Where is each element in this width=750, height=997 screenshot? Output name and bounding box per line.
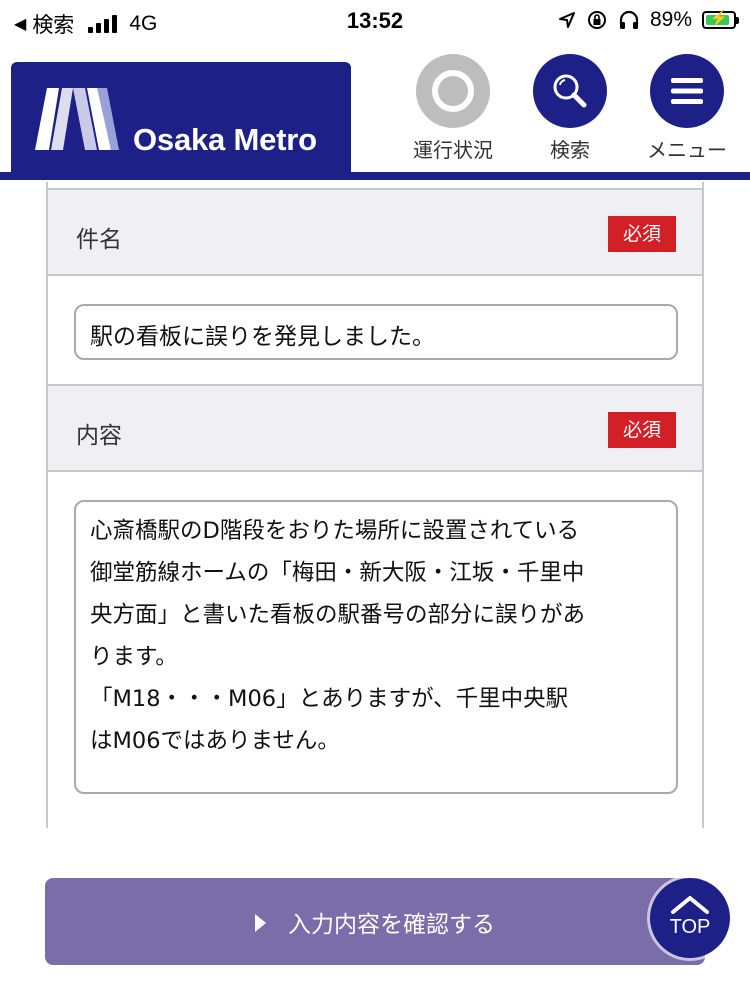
- content-textarea[interactable]: 心斎橋駅のD階段をおりた場所に設置されている 御堂筋線ホームの「梅田・新大阪・江…: [74, 500, 678, 794]
- search-button[interactable]: 検索: [525, 54, 615, 163]
- header-divider: [0, 172, 750, 180]
- headphones-icon: [619, 10, 639, 29]
- content-label: 内容: [76, 423, 122, 449]
- charging-bolt-icon: ⚡: [709, 10, 729, 27]
- chevron-up-icon: [671, 895, 709, 914]
- operation-status-icon: [416, 54, 490, 128]
- content-line: 「M18・・・M06」とありますが、千里中央駅: [90, 686, 569, 712]
- operation-status-label: 運行状況: [413, 138, 493, 162]
- content-line: ります。: [90, 644, 178, 670]
- subject-field-header: 件名 必須: [48, 188, 702, 276]
- search-icon: [533, 54, 607, 128]
- hamburger-menu-icon: [650, 54, 724, 128]
- confirm-input-label: 入力内容を確認する: [288, 911, 495, 938]
- operation-status-button[interactable]: 運行状況: [408, 54, 498, 163]
- menu-button[interactable]: メニュー: [642, 54, 732, 163]
- inquiry-form: 件名 必須 駅の看板に誤りを発見しました。 内容 必須 心斎橋駅のD階段をおりた…: [46, 182, 704, 828]
- subject-input[interactable]: 駅の看板に誤りを発見しました。: [74, 304, 678, 360]
- subject-required-badge: 必須: [608, 216, 676, 252]
- osaka-metro-m-logo-icon: [35, 88, 119, 150]
- site-header: Osaka Metro 運行状況 検索 メニュー: [0, 54, 750, 182]
- content-line: 御堂筋線ホームの「梅田・新大阪・江坂・千里中: [90, 560, 585, 586]
- search-label: 検索: [550, 138, 590, 162]
- rotation-lock-icon: [587, 11, 606, 29]
- battery-percent: 89%: [649, 8, 692, 31]
- back-to-top-button[interactable]: TOP: [650, 878, 730, 958]
- status-right: 89% ⚡: [558, 8, 739, 32]
- menu-label: メニュー: [647, 138, 727, 162]
- back-to-top-label: TOP: [669, 915, 711, 938]
- subject-label: 件名: [76, 227, 122, 253]
- battery-icon: ⚡: [702, 10, 739, 29]
- brand-logo[interactable]: Osaka Metro: [11, 62, 351, 174]
- content-required-badge: 必須: [608, 412, 676, 448]
- content-line: はM06ではありません。: [90, 728, 340, 754]
- status-bar: ◀ 検索 4G 13:52 89% ⚡: [0, 0, 750, 44]
- content-line: 心斎橋駅のD階段をおりた場所に設置されている: [90, 518, 580, 544]
- content-field-header: 内容 必須: [48, 384, 702, 472]
- confirm-input-button[interactable]: 入力内容を確認する: [45, 878, 705, 965]
- location-arrow-icon: [558, 12, 575, 28]
- brand-name: Osaka Metro: [133, 122, 317, 157]
- content-line: 央方面」と書いた看板の駅番号の部分に誤りがあ: [90, 602, 586, 628]
- play-arrow-icon: [255, 913, 266, 932]
